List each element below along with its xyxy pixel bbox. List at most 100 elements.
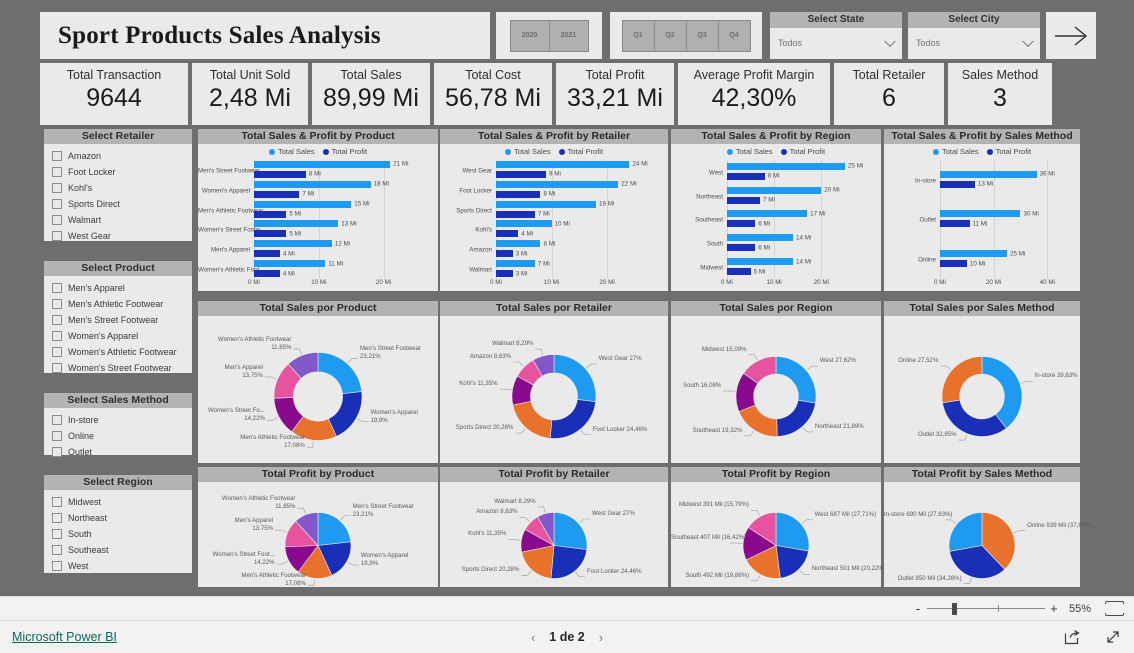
slicer-item[interactable]: Amazon (52, 148, 192, 164)
bar-total-sales[interactable] (940, 250, 1007, 257)
slicer-item[interactable]: Outlet (52, 444, 192, 460)
bar-total-sales[interactable] (727, 234, 793, 241)
bar-group[interactable]: Women's Apparel18 Mi7 Mi (198, 182, 434, 200)
bar-total-profit[interactable] (727, 173, 765, 180)
checkbox-icon[interactable] (52, 347, 62, 357)
slicer-item[interactable]: West (52, 558, 192, 574)
slicer-item[interactable]: Midwest (52, 494, 192, 510)
bar-total-sales[interactable] (254, 220, 338, 227)
bar-total-sales[interactable] (727, 187, 821, 194)
bar-total-sales[interactable] (727, 210, 807, 217)
bar-total-profit[interactable] (496, 270, 513, 277)
bar-total-profit[interactable] (254, 270, 280, 277)
bar-group[interactable]: Midwest14 Mi5 Mi (671, 257, 877, 279)
city-slicer[interactable]: Select City Todos (908, 12, 1040, 59)
bar-total-profit[interactable] (496, 191, 540, 198)
bar-total-sales[interactable] (940, 171, 1037, 178)
bar-total-profit[interactable] (727, 197, 760, 204)
bar-group[interactable]: Sports Direct18 Mi7 Mi (440, 202, 664, 220)
bar-total-profit[interactable] (940, 260, 967, 267)
bar-total-profit[interactable] (254, 250, 280, 257)
checkbox-icon[interactable] (52, 497, 62, 507)
bar-total-profit[interactable] (254, 171, 306, 178)
bar-total-sales[interactable] (254, 181, 371, 188)
zoom-slider-handle[interactable] (952, 603, 957, 615)
slicer-item[interactable]: In-store (52, 412, 192, 428)
slicer-item[interactable]: Southeast (52, 542, 192, 558)
chart-plot-area[interactable]: Men's Street Footwear 23,21%Women's Appa… (198, 482, 438, 587)
bar-total-profit[interactable] (496, 211, 535, 218)
bar-group[interactable]: Men's Athletic Footwear15 Mi5 Mi (198, 202, 434, 220)
bar-group[interactable]: Kohl's10 Mi4 Mi (440, 222, 664, 240)
bar-group[interactable]: Men's Apparel12 Mi4 Mi (198, 241, 434, 259)
checkbox-icon[interactable] (52, 315, 62, 325)
chart-plot-area[interactable]: West 27,62%Northeast 21,89%Southeast 19,… (671, 316, 881, 463)
bar-total-profit[interactable] (727, 244, 755, 251)
chart-plot-area[interactable]: West 687 Mil (27,71%)Northeast 501 Mil (… (671, 482, 881, 587)
bar-total-profit[interactable] (254, 191, 299, 198)
quarter-tile-q2[interactable]: Q2 (655, 20, 687, 52)
bar-group[interactable]: South14 Mi6 Mi (671, 233, 877, 255)
bar-total-sales[interactable] (496, 240, 540, 247)
bar-group[interactable]: Foot Locker22 Mi8 Mi (440, 182, 664, 200)
bar-total-sales[interactable] (496, 161, 629, 168)
bar-total-profit[interactable] (254, 230, 286, 237)
slicer-item[interactable]: Men's Street Footwear (52, 312, 192, 328)
zoom-in-button[interactable]: + (1047, 601, 1061, 616)
bar-total-sales[interactable] (254, 240, 332, 247)
bar-group[interactable]: Southeast17 Mi6 Mi (671, 210, 877, 232)
legend-item[interactable]: Total Sales (505, 147, 551, 156)
quarter-tile-q4[interactable]: Q4 (719, 20, 751, 52)
checkbox-icon[interactable] (52, 561, 62, 571)
bar-group[interactable]: West25 Mi8 Mi (671, 162, 877, 184)
bar-total-sales[interactable] (496, 260, 535, 267)
chart-plot-area[interactable]: West Gear 27%Foot Locker 24,46%Sports Di… (440, 316, 668, 463)
legend-item[interactable]: Total Profit (323, 147, 367, 156)
legend-item[interactable]: Total Sales (933, 147, 979, 156)
bar-total-profit[interactable] (727, 220, 755, 227)
chart-plot-area[interactable]: Total SalesTotal ProfitIn-store36 Mi13 M… (884, 144, 1080, 291)
checkbox-icon[interactable] (52, 529, 62, 539)
legend-item[interactable]: Total Sales (727, 147, 773, 156)
checkbox-icon[interactable] (52, 331, 62, 341)
bar-total-sales[interactable] (254, 161, 390, 168)
bar-total-sales[interactable] (496, 181, 618, 188)
bar-total-sales[interactable] (940, 210, 1020, 217)
checkbox-icon[interactable] (52, 231, 62, 241)
slicer-item[interactable]: Women's Street Footwear (52, 360, 192, 376)
slicer-item[interactable]: South (52, 526, 192, 542)
slicer-item[interactable]: Men's Apparel (52, 280, 192, 296)
chevron-down-icon[interactable] (884, 36, 895, 47)
year-slicer[interactable]: 20202021 (496, 12, 602, 59)
slicer-item[interactable]: Walmart (52, 212, 192, 228)
bar-group[interactable]: Women's Street Footw...13 Mi5 Mi (198, 222, 434, 240)
slicer-item[interactable]: West Gear (52, 228, 192, 244)
checkbox-icon[interactable] (52, 363, 62, 373)
slicer-item[interactable]: Northeast (52, 510, 192, 526)
bar-total-profit[interactable] (727, 268, 751, 275)
bar-total-profit[interactable] (496, 250, 513, 257)
chart-plot-area[interactable]: Total SalesTotal ProfitWest Gear24 Mi9 M… (440, 144, 668, 291)
state-slicer[interactable]: Select State Todos (770, 12, 902, 59)
slicer-item[interactable]: Sports Direct (52, 196, 192, 212)
fit-to-page-icon[interactable] (1105, 601, 1124, 616)
checkbox-icon[interactable] (52, 545, 62, 555)
checkbox-icon[interactable] (52, 167, 62, 177)
bar-group[interactable]: Men's Street Footwear21 Mi8 Mi (198, 162, 434, 180)
bar-total-sales[interactable] (496, 201, 596, 208)
bar-group[interactable]: Northeast20 Mi7 Mi (671, 186, 877, 208)
chart-plot-area[interactable]: Online 939 Mil (37,88%)Outlet 850 Mil (3… (884, 482, 1080, 587)
share-icon[interactable] (1064, 629, 1081, 645)
bar-total-profit[interactable] (496, 171, 546, 178)
bar-total-sales[interactable] (496, 220, 552, 227)
checkbox-icon[interactable] (52, 151, 62, 161)
bar-group[interactable]: Women's Athletic Foot...11 Mi4 Mi (198, 261, 434, 279)
chart-plot-area[interactable]: Total SalesTotal ProfitWest25 Mi8 MiNort… (671, 144, 881, 291)
zoom-out-button[interactable]: - (911, 601, 925, 616)
bar-total-sales[interactable] (727, 163, 845, 170)
chevron-right-icon[interactable]: › (599, 630, 603, 645)
chart-plot-area[interactable]: Men's Street Footwear 23,21%Women's Appa… (198, 316, 438, 463)
bar-total-profit[interactable] (496, 230, 518, 237)
legend-item[interactable]: Total Profit (987, 147, 1031, 156)
bar-total-profit[interactable] (940, 181, 975, 188)
